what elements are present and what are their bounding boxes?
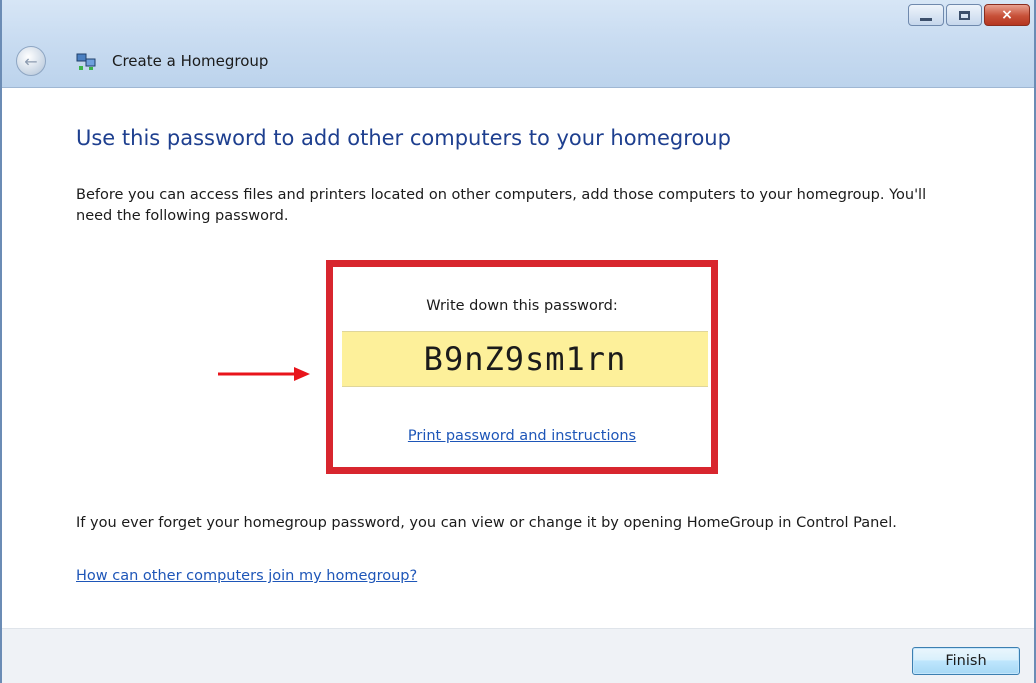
join-homegroup-help-link[interactable]: How can other computers join my homegrou… xyxy=(76,568,417,584)
password-label: Write down this password: xyxy=(426,298,618,314)
window-title: Create a Homegroup xyxy=(112,52,269,70)
close-button[interactable]: × xyxy=(984,4,1030,26)
forget-password-text: If you ever forget your homegroup passwo… xyxy=(76,515,897,531)
homegroup-icon xyxy=(76,53,96,70)
intro-text: Before you can access files and printers… xyxy=(76,187,927,224)
homegroup-window: × ← Create a Homegroup Use this password… xyxy=(0,0,1036,683)
close-icon: × xyxy=(1001,7,1013,23)
footer-bar: Finish xyxy=(2,628,1034,683)
maximize-button[interactable] xyxy=(946,4,982,26)
back-button[interactable]: ← xyxy=(16,46,46,76)
red-arrow-icon xyxy=(218,367,310,381)
password-display: B9nZ9sm1rn xyxy=(342,331,708,387)
window-controls: × xyxy=(908,4,1030,26)
print-password-link[interactable]: Print password and instructions xyxy=(326,428,718,444)
minimize-button[interactable] xyxy=(908,4,944,26)
minimize-icon xyxy=(920,17,932,21)
title-bar: × ← Create a Homegroup xyxy=(2,0,1034,88)
back-arrow-icon: ← xyxy=(24,51,38,71)
page-heading: Use this password to add other computers… xyxy=(76,126,731,150)
maximize-icon xyxy=(958,10,970,20)
finish-button[interactable]: Finish xyxy=(912,647,1020,675)
